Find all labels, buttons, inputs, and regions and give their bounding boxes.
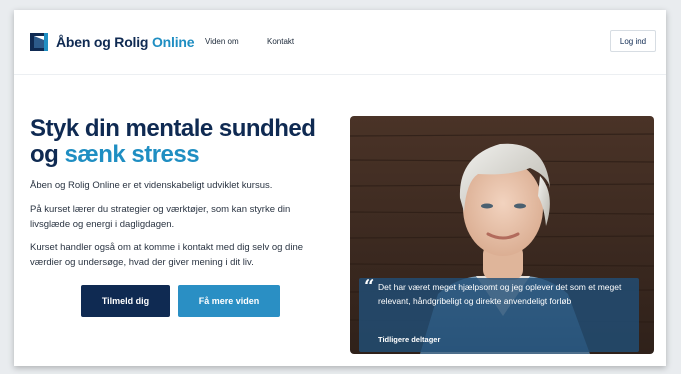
logo[interactable]: Åben og Rolig Online <box>30 32 195 52</box>
browser-viewport: Åben og Rolig Online Viden om Kontakt Lo… <box>14 10 666 366</box>
signup-button[interactable]: Tilmeld dig <box>81 285 170 317</box>
hero-paragraph-3: Kurset handler også om at komme i kontak… <box>30 242 304 268</box>
hero-paragraph-2: På kurset lærer du strategier og værktøj… <box>30 204 291 230</box>
brand-name-part2: Online <box>151 34 195 50</box>
brand-name: Åben og Rolig Online <box>56 34 195 50</box>
nav-link-kontakt[interactable]: Kontakt <box>267 37 294 46</box>
hero-paragraph-1: Åben og Rolig Online er et videnskabelig… <box>30 180 273 191</box>
hero-title-line2-plain: og <box>30 141 59 168</box>
learn-more-button[interactable]: Få mere viden <box>178 285 280 317</box>
hero-title: Styk din mentale sundhed og sænk stress <box>30 116 350 168</box>
nav-link-viden-om[interactable]: Viden om <box>205 37 239 46</box>
hero-title-line1: Styk din mentale sundhed <box>30 115 316 142</box>
logo-icon <box>30 33 48 51</box>
site-header: Åben og Rolig Online Viden om Kontakt Lo… <box>14 10 666 75</box>
testimonial-text: Det har været meget hjælpsomt og jeg opl… <box>378 282 622 306</box>
testimonial-author: Tidligere deltager <box>378 335 441 344</box>
brand-name-part1: Åben og Rolig <box>56 34 149 50</box>
login-button[interactable]: Log ind <box>610 30 656 52</box>
hero-title-line2-highlight: sænk stress <box>64 141 200 168</box>
quote-icon: “ <box>364 276 375 297</box>
